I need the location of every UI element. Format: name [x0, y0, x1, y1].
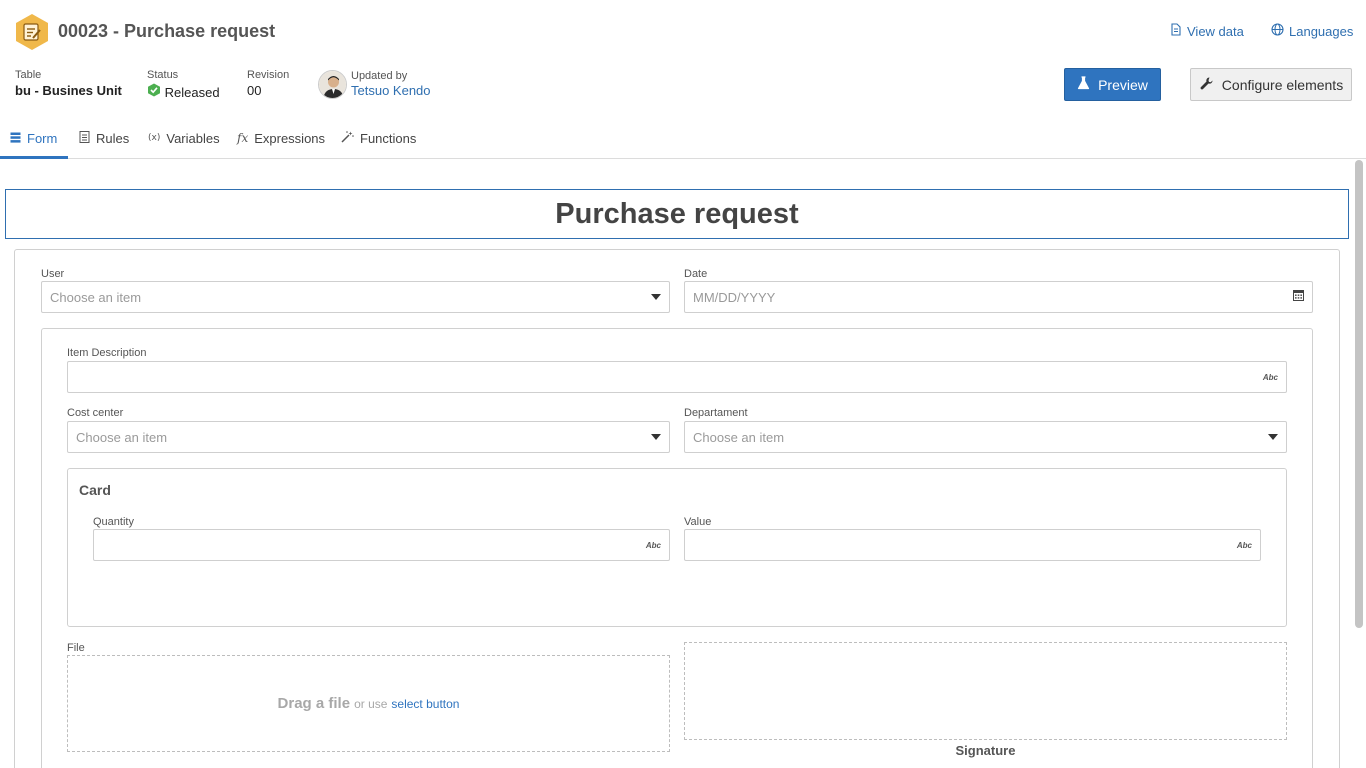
tab-rules[interactable]: Rules — [69, 118, 139, 158]
configure-elements-button[interactable]: Configure elements — [1190, 68, 1352, 101]
flask-icon — [1077, 76, 1090, 93]
card-title: Card — [79, 482, 111, 498]
chevron-down-icon — [1268, 434, 1278, 440]
variables-icon: (x) — [148, 133, 161, 143]
check-badge-icon — [147, 83, 165, 100]
user-label: User — [41, 268, 65, 280]
form-icon — [10, 132, 21, 146]
fx-icon: fx — [237, 131, 249, 145]
updated-user-link[interactable]: Tetsuo Kendo — [351, 83, 431, 98]
item-description-label: Item Description — [67, 347, 147, 359]
status-badge: Released — [147, 83, 220, 101]
file-label: File — [67, 642, 85, 654]
form-designer-app: 00023 - Purchase request View data Langu… — [0, 0, 1366, 768]
languages-label: Languages — [1289, 23, 1354, 39]
status-value: Released — [164, 85, 220, 100]
tab-variables[interactable]: (x) Variables — [138, 118, 230, 158]
form-title-box: Purchase request — [5, 189, 1349, 239]
department-placeholder: Choose an item — [693, 429, 785, 445]
date-placeholder: MM/DD/YYYY — [693, 289, 776, 305]
signature-label: Signature — [955, 743, 1016, 758]
signature-pad[interactable] — [684, 642, 1287, 740]
date-label: Date — [684, 268, 708, 280]
date-field[interactable]: MM/DD/YYYY — [684, 281, 1313, 313]
table-meta: Table bu - Busines Unit — [15, 69, 122, 99]
wand-icon — [341, 130, 354, 146]
quantity-input[interactable]: Abc — [93, 529, 670, 561]
text-type-badge: Abc — [645, 540, 661, 550]
revision-value: 00 — [247, 83, 262, 98]
chevron-down-icon — [651, 434, 661, 440]
preview-button[interactable]: Preview — [1064, 68, 1161, 101]
drag-file-text: Drag a file — [277, 695, 351, 712]
cost-center-label: Cost center — [67, 407, 124, 419]
page-title: 00023 - Purchase request — [58, 21, 276, 41]
configure-label: Configure elements — [1221, 76, 1344, 93]
languages-link[interactable]: Languages — [1271, 23, 1353, 39]
form-document-icon — [14, 13, 50, 51]
tab-form-label: Form — [27, 131, 58, 146]
tab-form[interactable]: Form — [0, 118, 68, 159]
item-description-input[interactable]: Abc — [67, 361, 1287, 393]
wrench-icon — [1199, 76, 1214, 94]
chevron-down-icon — [651, 294, 661, 300]
globe-icon — [1271, 23, 1284, 39]
revision-label: Revision — [247, 69, 290, 81]
form-title: Purchase request — [555, 197, 799, 230]
table-label: Table — [15, 69, 42, 81]
or-use-text: or use — [354, 696, 388, 711]
calendar-icon[interactable] — [1293, 288, 1304, 306]
view-data-link[interactable]: View data — [1170, 23, 1244, 39]
avatar — [318, 70, 347, 99]
vertical-scrollbar[interactable] — [1355, 160, 1363, 628]
value-label: Value — [684, 516, 712, 528]
value-input[interactable]: Abc — [684, 529, 1261, 561]
tab-variables-label: Variables — [166, 130, 220, 146]
text-type-badge: Abc — [1262, 372, 1278, 382]
view-data-label: View data — [1187, 23, 1244, 39]
updated-label: Updated by — [351, 70, 408, 82]
status-meta: Status Released — [147, 69, 220, 101]
tab-rules-label: Rules — [96, 130, 130, 146]
tab-functions-label: Functions — [360, 130, 417, 146]
tab-expressions[interactable]: fx Expressions — [227, 118, 335, 158]
table-value: bu - Busines Unit — [15, 83, 122, 98]
tab-expressions-label: Expressions — [254, 130, 326, 146]
quantity-label: Quantity — [93, 516, 134, 528]
tab-functions[interactable]: Functions — [331, 118, 426, 158]
user-placeholder: Choose an item — [50, 289, 142, 305]
department-select[interactable]: Choose an item — [684, 421, 1287, 453]
text-type-badge: Abc — [1236, 540, 1252, 550]
tab-bar: Form Rules (x) Variables fx Expressions … — [0, 118, 1366, 159]
revision-meta: Revision 00 — [247, 69, 289, 99]
user-select[interactable]: Choose an item — [41, 281, 670, 313]
cost-center-placeholder: Choose an item — [76, 429, 168, 445]
rules-icon — [79, 130, 90, 146]
file-dropzone[interactable]: Drag a file or use select button — [67, 655, 670, 752]
cost-center-select[interactable]: Choose an item — [67, 421, 670, 453]
department-label: Departament — [684, 407, 748, 419]
status-label: Status — [147, 69, 179, 81]
document-icon — [1170, 23, 1182, 39]
select-file-button[interactable]: select button — [391, 697, 459, 711]
preview-label: Preview — [1098, 76, 1148, 93]
updated-by: Updated by Tetsuo Kendo — [351, 70, 431, 98]
